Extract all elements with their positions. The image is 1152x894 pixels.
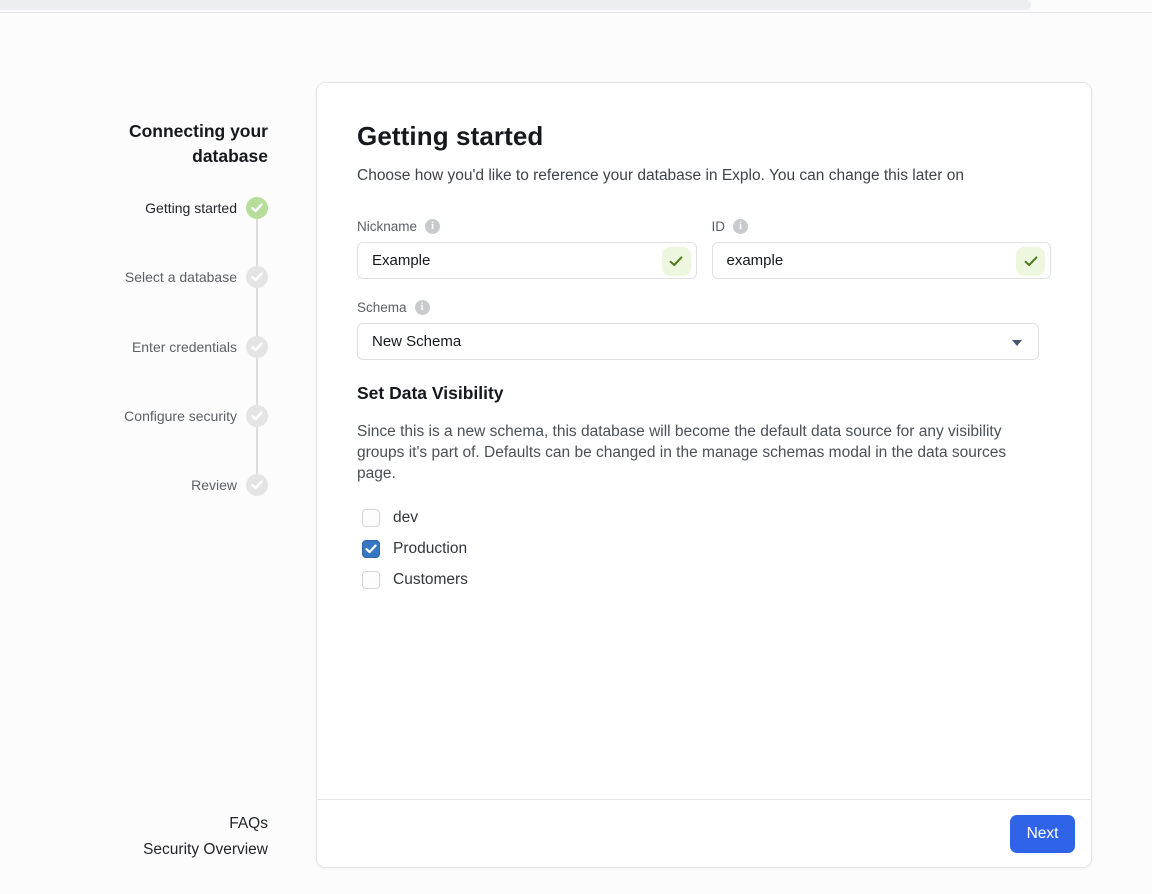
- nickname-input-wrap: [357, 242, 697, 279]
- step-label: Configure security: [124, 405, 237, 427]
- window-chrome-strip: [0, 0, 1031, 10]
- nickname-input[interactable]: [358, 243, 696, 278]
- schema-label: Schema i: [357, 300, 1051, 315]
- step-label: Review: [191, 474, 237, 496]
- visibility-group-customers[interactable]: Customers: [357, 571, 1051, 589]
- stepper-step-review[interactable]: Review: [60, 474, 268, 496]
- window-top-divider: [0, 12, 1152, 13]
- card-footer: Next: [317, 799, 1091, 867]
- schema-label-text: Schema: [357, 300, 407, 315]
- checkbox-label: dev: [393, 509, 418, 527]
- id-input[interactable]: [713, 243, 1051, 278]
- step-label: Enter credentials: [132, 336, 237, 358]
- info-icon[interactable]: i: [415, 300, 430, 315]
- step-label: Getting started: [145, 197, 237, 219]
- next-button[interactable]: Next: [1010, 815, 1075, 853]
- step-check-icon: [246, 336, 268, 358]
- stepper-step-getting-started[interactable]: Getting started: [60, 197, 268, 219]
- info-icon[interactable]: i: [425, 219, 440, 234]
- visibility-group-production[interactable]: Production: [357, 540, 1051, 558]
- security-overview-link[interactable]: Security Overview: [60, 837, 268, 863]
- checkbox-icon[interactable]: [362, 540, 380, 558]
- faqs-link[interactable]: FAQs: [60, 811, 268, 837]
- card-body: Getting started Choose how you'd like to…: [317, 83, 1091, 799]
- schema-select[interactable]: New Schema: [357, 323, 1039, 360]
- chevron-down-icon: [1012, 340, 1022, 346]
- id-label: ID i: [712, 219, 1052, 234]
- valid-check-icon: [662, 247, 691, 276]
- step-check-icon: [246, 405, 268, 427]
- page-title: Getting started: [357, 121, 1051, 152]
- step-label: Select a database: [125, 266, 237, 288]
- getting-started-card: Getting started Choose how you'd like to…: [316, 82, 1092, 868]
- visibility-group-dev[interactable]: dev: [357, 509, 1051, 527]
- info-icon[interactable]: i: [733, 219, 748, 234]
- id-label-text: ID: [712, 219, 726, 234]
- checkbox-label: Production: [393, 540, 467, 558]
- step-check-icon: [246, 266, 268, 288]
- page-subtitle: Choose how you'd like to reference your …: [357, 167, 1051, 185]
- stepper-step-select-database[interactable]: Select a database: [60, 266, 268, 288]
- id-input-wrap: [712, 242, 1052, 279]
- valid-check-icon: [1016, 247, 1045, 276]
- data-visibility-heading: Set Data Visibility: [357, 383, 1051, 404]
- nickname-label-text: Nickname: [357, 219, 417, 234]
- data-visibility-description: Since this is a new schema, this databas…: [357, 421, 1045, 484]
- stepper-step-configure-security[interactable]: Configure security: [60, 405, 268, 427]
- schema-select-value: New Schema: [372, 333, 461, 350]
- stepper-step-enter-credentials[interactable]: Enter credentials: [60, 336, 268, 358]
- nickname-label: Nickname i: [357, 219, 697, 234]
- step-check-icon: [246, 197, 268, 219]
- step-check-icon: [246, 474, 268, 496]
- checkbox-icon[interactable]: [362, 571, 380, 589]
- wizard-title: Connecting your database: [88, 119, 268, 169]
- checkbox-icon[interactable]: [362, 509, 380, 527]
- checkbox-label: Customers: [393, 571, 468, 589]
- rail-links: FAQs Security Overview: [60, 811, 268, 863]
